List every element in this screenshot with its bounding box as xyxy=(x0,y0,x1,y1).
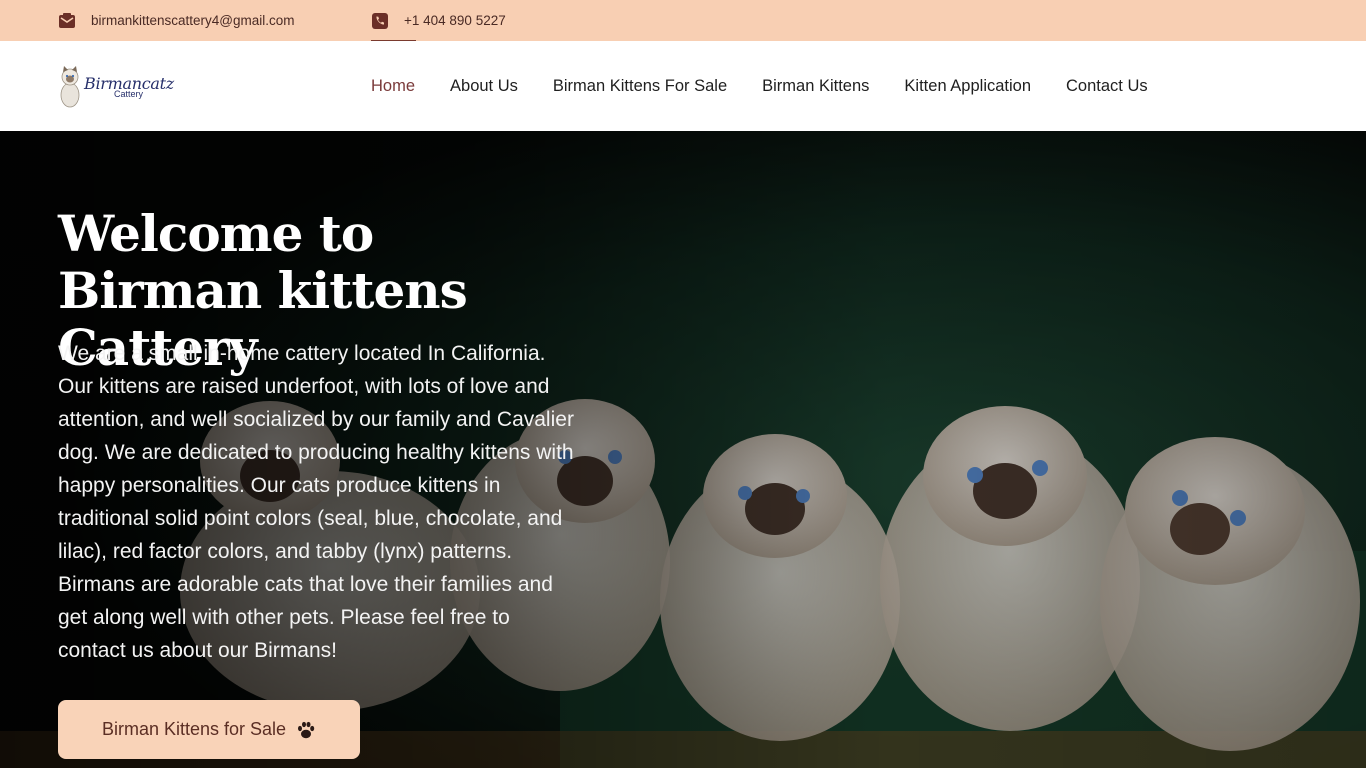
nav-birman-kittens[interactable]: Birman Kittens xyxy=(762,77,869,96)
nav-contact-us[interactable]: Contact Us xyxy=(1066,77,1148,96)
hero-description: We are a small in-home cattery located I… xyxy=(58,342,574,662)
nav-about-us[interactable]: About Us xyxy=(450,77,518,96)
site-header: Birmancatz Cattery Home About Us Birman … xyxy=(0,41,1366,131)
cat-logo-icon xyxy=(60,66,80,108)
email-contact[interactable]: birmankittenscattery4@gmail.com xyxy=(58,0,295,41)
kittens-for-sale-button[interactable]: Birman Kittens for Sale xyxy=(58,700,360,759)
nav-kittens-for-sale[interactable]: Birman Kittens For Sale xyxy=(553,77,727,96)
hero-section: Welcome to Birman kittens Cattery We are… xyxy=(0,131,1366,768)
site-logo[interactable]: Birmancatz Cattery xyxy=(58,63,176,111)
top-contact-bar: birmankittenscattery4@gmail.com +1 404 8… xyxy=(0,0,1366,42)
nav-kitten-application[interactable]: Kitten Application xyxy=(904,77,1031,96)
email-text[interactable]: birmankittenscattery4@gmail.com xyxy=(91,13,295,28)
paw-icon xyxy=(298,721,315,738)
nav-home[interactable]: Home xyxy=(371,77,415,96)
brand-text: Birmancatz Cattery xyxy=(84,75,174,99)
envelope-icon xyxy=(58,12,76,30)
cta-label: Birman Kittens for Sale xyxy=(101,719,287,739)
phone-icon xyxy=(371,12,389,30)
main-nav: Home About Us Birman Kittens For Sale Bi… xyxy=(371,41,1183,131)
phone-text[interactable]: +1 404 890 5227 xyxy=(404,13,506,28)
phone-contact[interactable]: +1 404 890 5227 xyxy=(371,0,506,41)
